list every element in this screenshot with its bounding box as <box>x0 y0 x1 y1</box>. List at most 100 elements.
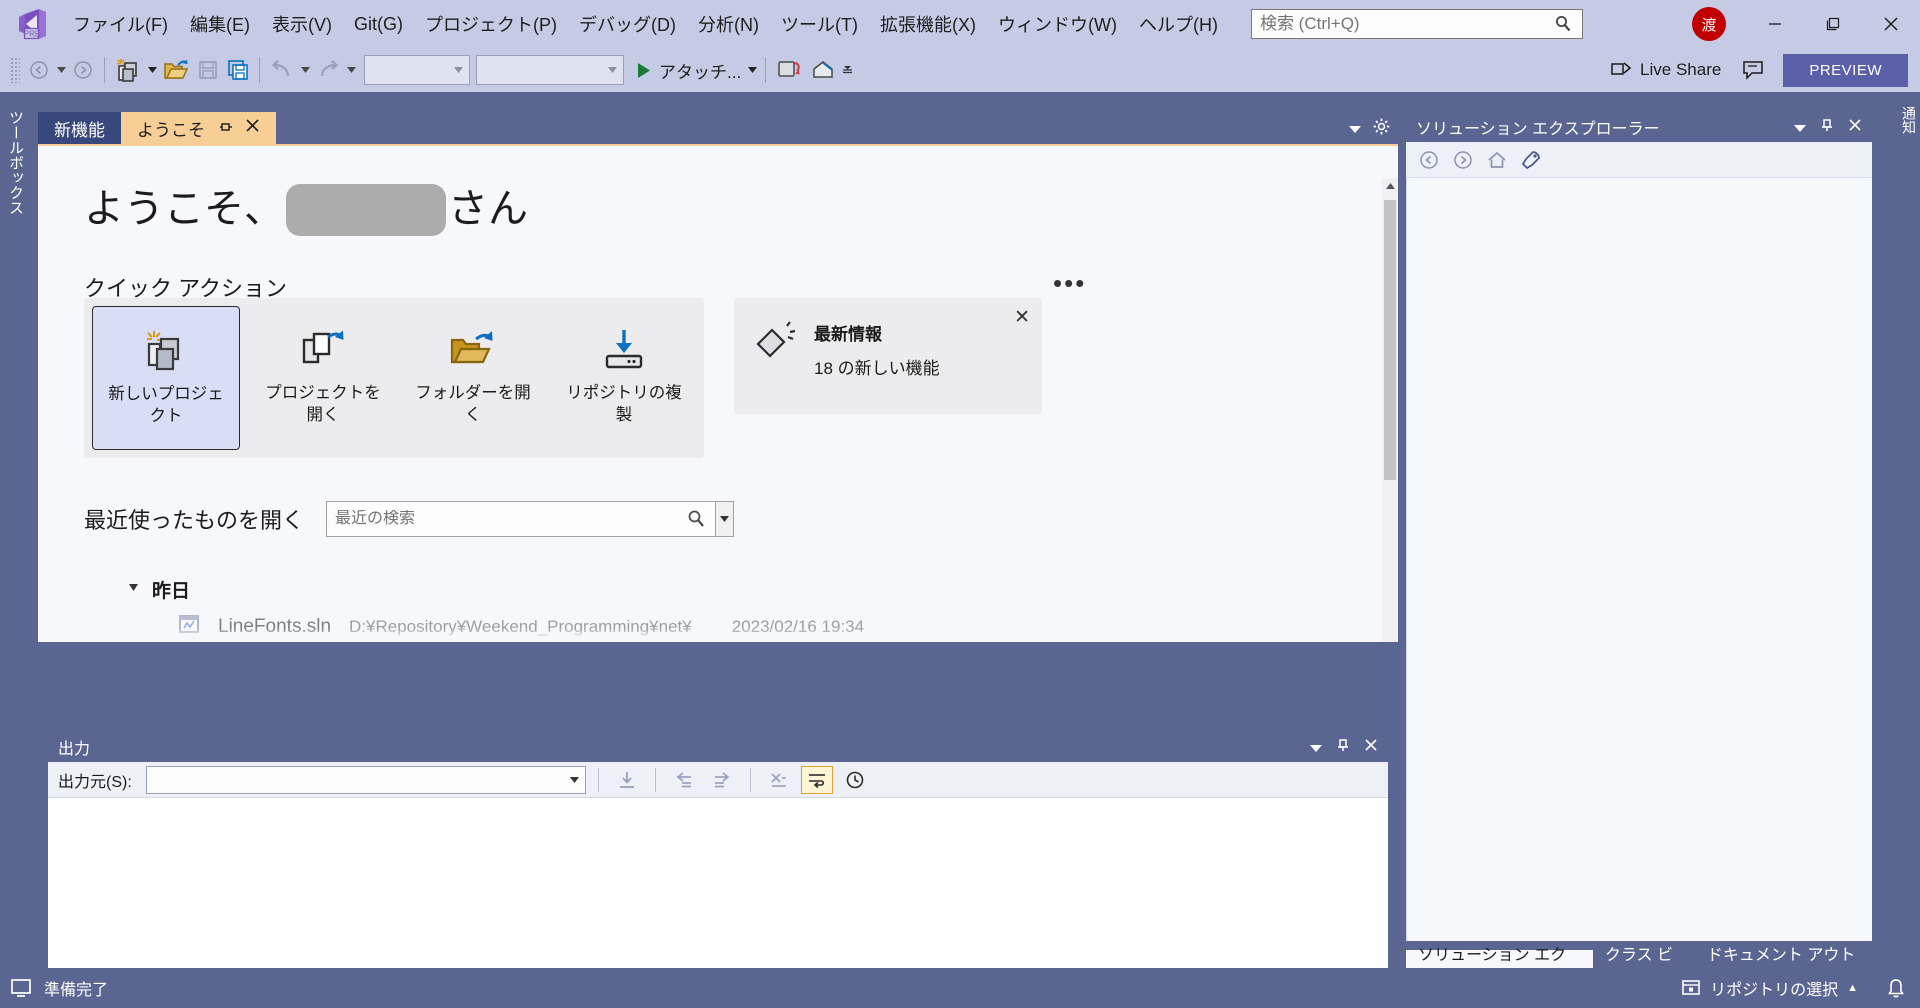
notifications-side-tab[interactable]: 通知 <box>1894 92 1920 968</box>
menu-debug[interactable]: デバッグ(D) <box>568 6 687 42</box>
navigate-backward-caret-icon[interactable] <box>54 67 68 73</box>
quick-actions-more-button[interactable]: ••• <box>1053 268 1086 299</box>
document-well-settings-icon[interactable] <box>1373 118 1390 139</box>
quick-action-new-project[interactable]: 新しいプロジェクト <box>92 306 240 450</box>
undo-icon[interactable] <box>266 53 298 87</box>
greeting-suffix: さん <box>448 187 528 231</box>
quick-action-clone-repo[interactable]: リポジトリの複製 <box>550 306 698 450</box>
menu-edit[interactable]: 編集(E) <box>179 6 261 42</box>
scrollbar-thumb[interactable] <box>1384 200 1396 480</box>
quick-action-open-project[interactable]: プロジェクトを開く <box>249 306 397 450</box>
toolbar-overflow-icon[interactable] <box>840 65 854 75</box>
title-bar-right-controls: 渡 <box>1692 0 1920 48</box>
panel-pin-icon[interactable] <box>1820 118 1834 136</box>
attach-caret-icon[interactable] <box>745 67 759 73</box>
preview-badge[interactable]: PREVIEW <box>1783 53 1908 87</box>
previous-message-icon[interactable] <box>668 766 700 794</box>
panel-dropdown-icon[interactable] <box>1794 119 1806 136</box>
redo-caret-icon[interactable] <box>344 67 358 73</box>
live-share-button[interactable]: Live Share <box>1602 53 1729 87</box>
close-button[interactable] <box>1862 0 1920 48</box>
quick-search-box[interactable] <box>1250 9 1583 39</box>
toggle-word-wrap-icon[interactable] <box>800 765 833 794</box>
recent-search-box[interactable] <box>326 501 717 537</box>
toolbox-side-tab[interactable]: ツールボックス <box>0 92 28 968</box>
output-toolbar-separator-2 <box>654 767 656 792</box>
save-icon[interactable] <box>193 53 223 87</box>
menu-git[interactable]: Git(G) <box>343 9 414 40</box>
tab-welcome[interactable]: ようこそ <box>121 112 276 144</box>
expander-triangle-icon <box>128 582 140 597</box>
recent-group-yesterday[interactable]: 昨日 <box>128 576 190 603</box>
document-well-dropdown-icon[interactable] <box>1349 120 1361 137</box>
solution-explorer-tree[interactable] <box>1406 178 1872 941</box>
save-all-icon[interactable] <box>223 53 253 87</box>
toolbar-separator-2 <box>259 57 260 83</box>
tab-whats-new[interactable]: 新機能 <box>38 112 121 144</box>
feedback-icon[interactable] <box>1737 53 1769 87</box>
redo-icon[interactable] <box>312 53 344 87</box>
output-header-controls <box>1310 738 1388 756</box>
navigate-forward-icon[interactable] <box>68 53 98 87</box>
clear-all-icon[interactable] <box>763 766 795 794</box>
panel-close-icon[interactable] <box>1364 738 1378 756</box>
avatar[interactable]: 渡 <box>1692 7 1726 41</box>
menu-analyze[interactable]: 分析(N) <box>687 6 770 42</box>
news-text: 最新情報 18 の新しい機能 <box>814 320 940 379</box>
go-to-message-icon[interactable] <box>611 766 643 794</box>
news-close-icon[interactable]: ✕ <box>1014 306 1030 329</box>
repository-selector-label: リポジトリの選択 <box>1710 982 1839 999</box>
forward-icon[interactable] <box>1448 146 1478 174</box>
search-input[interactable] <box>1251 14 1542 34</box>
menu-help[interactable]: ヘルプ(H) <box>1128 6 1229 42</box>
panel-close-icon[interactable] <box>1848 118 1862 136</box>
solution-explorer-toolbar <box>1406 142 1872 178</box>
live-share-icon <box>1611 62 1632 75</box>
bell-icon[interactable] <box>1886 978 1906 999</box>
pin-icon[interactable] <box>219 120 233 137</box>
new-project-caret-icon[interactable] <box>145 67 159 73</box>
status-bar: 準備完了 リポジトリの選択 ▲ <box>0 968 1920 1008</box>
tab-close-icon[interactable] <box>245 117 260 139</box>
hot-reload-icon[interactable] <box>772 53 806 87</box>
menu-view[interactable]: 表示(V) <box>261 6 343 42</box>
maximize-button[interactable] <box>1804 0 1862 48</box>
recent-search-dropdown[interactable] <box>716 501 735 537</box>
toolbar-grip[interactable] <box>10 57 20 83</box>
quick-action-open-project-label: プロジェクトを開く <box>265 384 381 425</box>
minimize-button[interactable] <box>1746 0 1804 48</box>
attach-button[interactable]: アタッチ... <box>632 53 745 87</box>
panel-pin-icon[interactable] <box>1336 738 1350 756</box>
menu-file[interactable]: ファイル(F) <box>62 6 179 42</box>
solution-configuration-combo[interactable] <box>364 55 470 85</box>
output-source-combo[interactable] <box>145 765 586 794</box>
select-startup-item-icon[interactable] <box>806 53 840 87</box>
document-tab-strip: 新機能 ようこそ <box>38 112 1398 144</box>
new-project-icon[interactable] <box>111 53 145 87</box>
toggle-timestamp-icon[interactable] <box>839 766 871 794</box>
next-message-icon[interactable] <box>706 766 738 794</box>
back-icon[interactable] <box>1414 146 1444 174</box>
recent-search-input[interactable] <box>327 510 668 528</box>
menu-extensions[interactable]: 拡張機能(X) <box>869 6 987 42</box>
panel-dropdown-icon[interactable] <box>1310 739 1322 756</box>
undo-caret-icon[interactable] <box>298 67 312 73</box>
open-file-icon[interactable] <box>159 53 193 87</box>
menu-tools[interactable]: ツール(T) <box>770 6 869 42</box>
toolbox-side-tab-label: ツールボックス <box>7 110 24 215</box>
menu-project[interactable]: プロジェクト(P) <box>414 6 568 42</box>
redacted-user-name <box>286 184 446 236</box>
welcome-scrollbar[interactable] <box>1382 178 1398 642</box>
scroll-up-icon[interactable] <box>1382 178 1398 194</box>
news-card[interactable]: ✕ 最新情報 18 の新しい機能 <box>734 298 1042 414</box>
repository-selector[interactable]: リポジトリの選択 ▲ <box>1681 976 1858 1000</box>
chevron-down-icon <box>569 776 579 783</box>
navigate-backward-icon[interactable] <box>24 53 54 87</box>
menu-window[interactable]: ウィンドウ(W) <box>987 6 1128 42</box>
quick-action-open-folder[interactable]: フォルダーを開く <box>399 306 547 450</box>
solution-explorer-header: ソリューション エクスプローラー <box>1406 112 1872 142</box>
solution-platform-combo[interactable] <box>476 55 624 85</box>
greeting-prefix: ようこそ、 <box>84 187 284 231</box>
properties-icon[interactable] <box>1516 146 1546 174</box>
home-icon[interactable] <box>1482 146 1512 174</box>
